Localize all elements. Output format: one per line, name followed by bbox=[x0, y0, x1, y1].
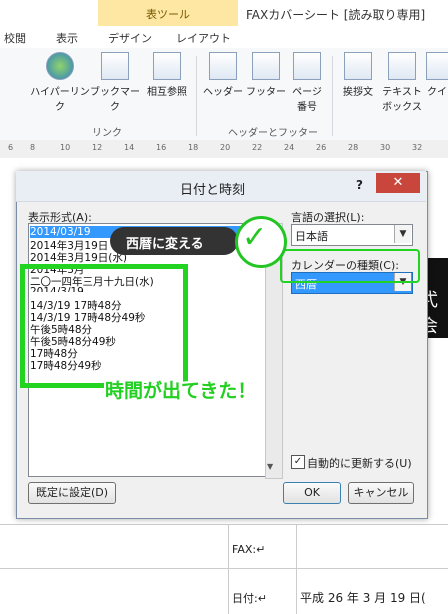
tab-view[interactable]: 表示 bbox=[56, 30, 78, 46]
auto-update-checkbox[interactable]: ✓ bbox=[291, 455, 305, 469]
text-box-icon bbox=[388, 52, 416, 80]
date-label: 日付:↵ bbox=[232, 592, 267, 605]
highlight-box bbox=[20, 264, 188, 388]
ruler-tick: 14 bbox=[124, 143, 135, 152]
group-separator bbox=[196, 56, 197, 136]
table-border bbox=[228, 524, 229, 614]
quick-parts-button[interactable]: クイ bbox=[426, 52, 448, 98]
language-value: 日本語 bbox=[295, 230, 328, 243]
callout-text: 西暦に変える bbox=[126, 237, 204, 252]
auto-update-label[interactable]: 自動的に更新する(U) bbox=[307, 455, 412, 471]
group-label-header-footer: ヘッダーとフッター bbox=[228, 128, 318, 139]
hyperlink-button[interactable]: ハイパーリンク bbox=[30, 52, 90, 113]
chevron-down-icon[interactable]: ▼ bbox=[394, 225, 411, 243]
bookmark-icon bbox=[101, 52, 129, 80]
close-button[interactable]: ✕ bbox=[376, 173, 420, 193]
globe-link-icon bbox=[46, 52, 74, 80]
check-mark-icon: ✓ bbox=[242, 220, 268, 255]
group-label-links: リンク bbox=[92, 128, 122, 139]
ruler-tick: 28 bbox=[348, 143, 359, 152]
bookmark-button[interactable]: ブックマーク bbox=[88, 52, 142, 113]
context-tab-group-label: 表ツール bbox=[146, 8, 190, 21]
ruler-tick: 32 bbox=[412, 143, 423, 152]
window-title: FAXカバーシート [読み取り専用] bbox=[246, 8, 426, 22]
header-icon bbox=[209, 52, 237, 80]
table-border bbox=[0, 568, 448, 569]
header-button[interactable]: ヘッダー bbox=[200, 52, 246, 98]
table-border bbox=[296, 524, 297, 614]
cancel-button[interactable]: キャンセル bbox=[348, 482, 414, 504]
ruler-tick: 30 bbox=[380, 143, 391, 152]
text-box-button[interactable]: テキスト ボックス bbox=[380, 52, 424, 113]
ok-button[interactable]: OK bbox=[283, 482, 341, 504]
calendar-highlight bbox=[280, 249, 420, 283]
ruler-tick: 20 bbox=[220, 143, 231, 152]
table-border bbox=[0, 524, 448, 525]
quick-parts-icon bbox=[426, 52, 448, 80]
ruler-tick: 26 bbox=[316, 143, 327, 152]
cross-reference-button[interactable]: 相互参照 bbox=[142, 52, 192, 98]
group-separator bbox=[332, 56, 333, 136]
footer-button[interactable]: フッター bbox=[244, 52, 288, 98]
ruler-tick: 12 bbox=[92, 143, 103, 152]
ruler-tick: 16 bbox=[156, 143, 167, 152]
result-note: 時間が出てきた！ bbox=[105, 380, 257, 402]
ruler-tick: 8 bbox=[30, 143, 36, 152]
fax-label: FAX:↵ bbox=[232, 543, 266, 556]
scroll-down-icon[interactable]: ▼ bbox=[267, 462, 273, 471]
ruler-tick: 22 bbox=[252, 143, 263, 152]
language-label: 言語の選択(L): bbox=[291, 211, 365, 224]
page-number-icon bbox=[293, 52, 321, 80]
page-number-button[interactable]: ページ 番号 bbox=[288, 52, 326, 113]
help-button[interactable]: ? bbox=[356, 178, 363, 192]
greeting-button[interactable]: 挨拶文 bbox=[336, 52, 380, 98]
date-value[interactable]: 平成 26 年 3 月 19 日( bbox=[300, 589, 426, 606]
ruler-tick: 18 bbox=[188, 143, 199, 152]
footer-icon bbox=[252, 52, 280, 80]
ruler-tick: 6 bbox=[8, 143, 14, 152]
dialog-title: 日付と時刻 bbox=[180, 183, 246, 198]
tab-layout[interactable]: レイアウト bbox=[176, 30, 231, 46]
ruler-tick: 10 bbox=[60, 143, 71, 152]
set-default-button[interactable]: 既定に設定(D) bbox=[28, 482, 116, 504]
cross-reference-icon bbox=[153, 52, 181, 80]
tab-review[interactable]: 校閲 bbox=[4, 30, 26, 46]
greeting-icon bbox=[344, 52, 372, 80]
tab-design[interactable]: デザイン bbox=[108, 30, 152, 46]
ruler-tick: 24 bbox=[284, 143, 295, 152]
